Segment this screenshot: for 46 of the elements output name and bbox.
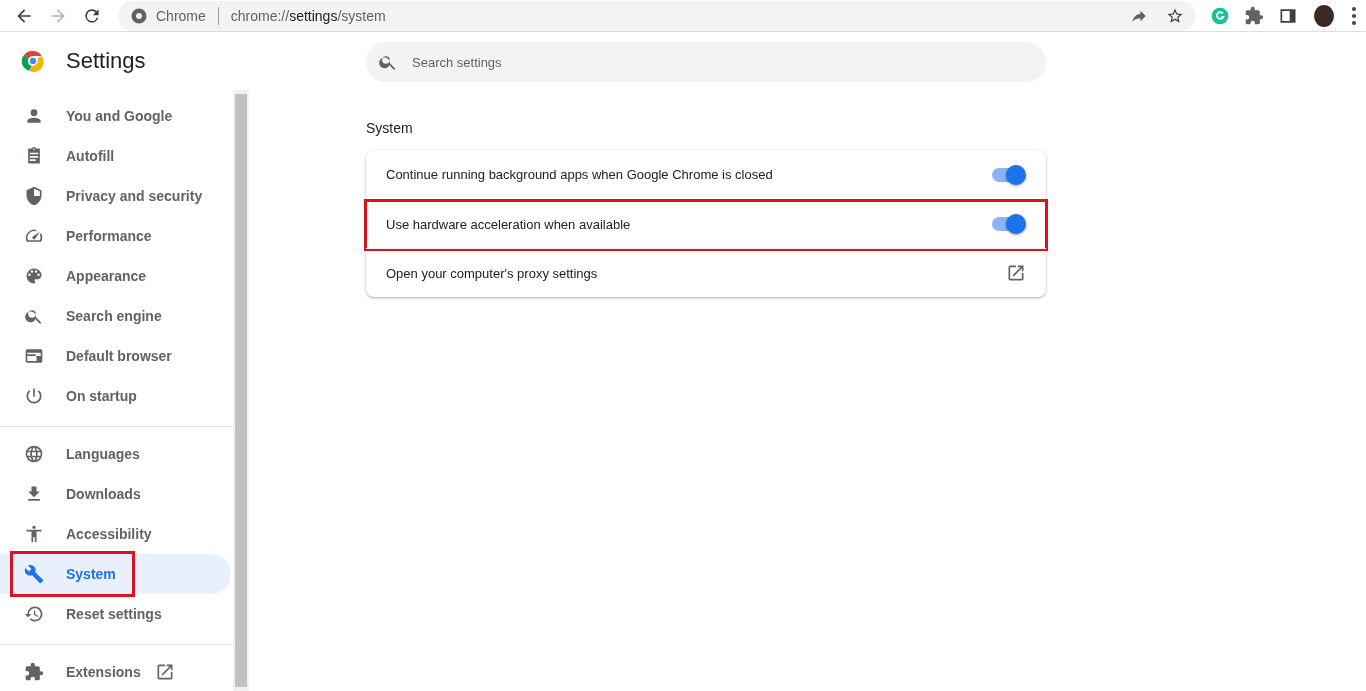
browser-window-icon — [24, 346, 44, 366]
puzzle-icon — [1244, 5, 1264, 26]
section-title: System — [366, 120, 414, 136]
g-logo-icon — [1210, 5, 1230, 26]
toggle-switch[interactable] — [992, 167, 1024, 182]
chrome-logo-icon — [130, 6, 148, 25]
chrome-logo-icon — [21, 49, 45, 73]
sidebar-item[interactable]: On startup — [0, 376, 231, 416]
extensions-button[interactable] — [1244, 5, 1264, 26]
page-title: Settings — [66, 48, 146, 74]
person-icon — [24, 106, 44, 126]
sidebar-item[interactable]: Performance — [0, 216, 231, 256]
sidebar-item[interactable]: Reset settings — [0, 594, 231, 634]
history-icon — [24, 604, 44, 624]
sidebar-item[interactable]: Default browser — [0, 336, 231, 376]
sidebar-item[interactable]: System — [0, 554, 231, 594]
external-link-icon — [1006, 263, 1026, 283]
sidebar-item[interactable]: Privacy and security — [0, 176, 231, 216]
sidebar-item[interactable]: Languages — [0, 434, 231, 474]
address-bar[interactable]: Chrome chrome://settings/system — [118, 0, 1196, 31]
palette-icon — [24, 266, 44, 286]
setting-label: Use hardware acceleration when available — [386, 216, 632, 232]
menu-icon — [1352, 6, 1356, 25]
sidebar-item[interactable]: Search engine — [0, 296, 231, 336]
open-external-button[interactable] — [1006, 263, 1026, 283]
puzzle-icon — [24, 661, 44, 682]
site-label: Chrome — [156, 7, 206, 24]
sidebar-item[interactable]: Extensions — [0, 652, 231, 691]
sidebar-item[interactable]: Appearance — [0, 256, 231, 296]
shield-icon — [24, 186, 44, 206]
setting-label: Open your computer's proxy settings — [386, 265, 599, 281]
profile-avatar[interactable] — [1314, 4, 1334, 27]
url-text: chrome://settings/system — [230, 7, 386, 24]
sidebar-item[interactable]: You and Google — [0, 96, 231, 136]
scrollbar[interactable] — [233, 90, 249, 691]
globe-icon — [24, 444, 44, 464]
search-field[interactable]: Search settings — [366, 42, 1046, 82]
sidebar-item[interactable]: Downloads — [0, 474, 231, 514]
accessibility-icon — [24, 524, 44, 544]
wrench-icon — [24, 564, 44, 584]
sidebar-item[interactable]: Accessibility — [0, 514, 231, 554]
toggle-switch[interactable] — [992, 217, 1024, 231]
setting-label: Continue running background apps when Google Chrome is closed — [386, 167, 774, 182]
menu-button[interactable] — [1352, 6, 1356, 25]
sidebar-item[interactable]: Autofill — [0, 136, 231, 176]
power-icon — [24, 386, 44, 406]
